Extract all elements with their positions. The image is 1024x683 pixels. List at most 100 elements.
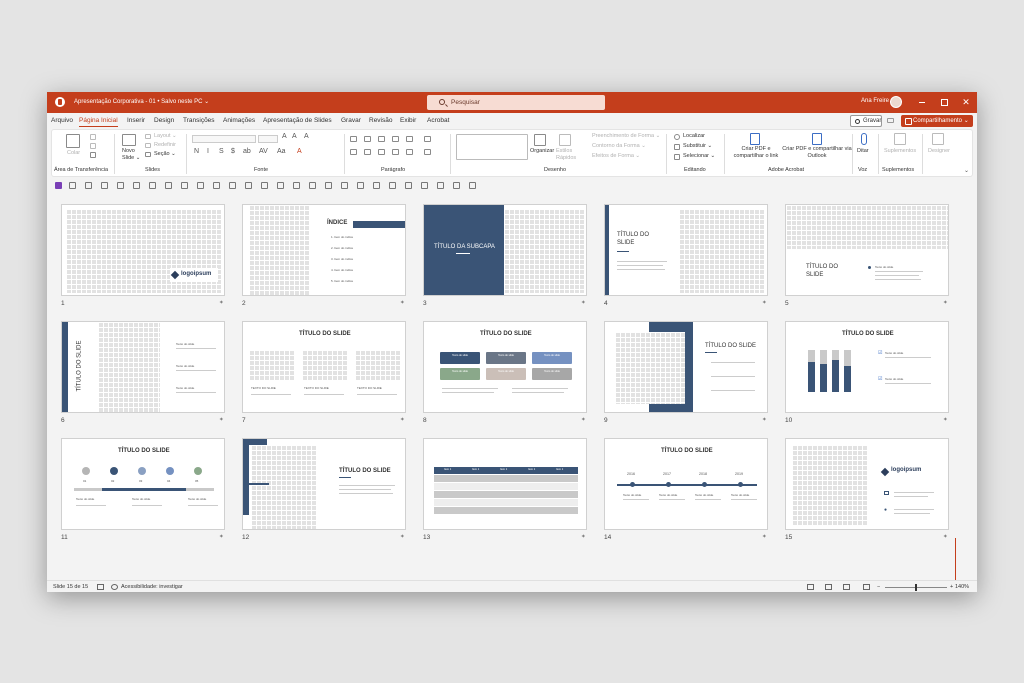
more-icon[interactable] bbox=[453, 182, 460, 189]
tab-gravar[interactable]: Gravar bbox=[341, 117, 361, 124]
shape-fill-button[interactable]: Preenchimento de Forma ⌄ bbox=[592, 133, 660, 140]
copy-icon[interactable] bbox=[90, 143, 96, 149]
pdf-outlook-icon[interactable] bbox=[812, 133, 822, 145]
addins-icon[interactable] bbox=[894, 133, 906, 145]
avatar[interactable] bbox=[890, 96, 902, 108]
paste-icon[interactable] bbox=[66, 134, 80, 148]
spelling-icon[interactable] bbox=[97, 584, 104, 590]
slide-thumbnail-6[interactable]: TÍTULO DO SLIDE Texto do slide Texto do … bbox=[61, 321, 225, 413]
tab-transicoes[interactable]: Transições bbox=[183, 117, 215, 124]
slide-thumbnail-15[interactable]: logoipsum ● bbox=[785, 438, 949, 530]
zoom-out-icon[interactable]: − bbox=[877, 584, 880, 590]
font-name-select[interactable] bbox=[192, 135, 256, 143]
bullets-icon[interactable] bbox=[350, 136, 357, 142]
customize-icon[interactable] bbox=[469, 182, 476, 189]
font-color-icon[interactable] bbox=[197, 182, 204, 189]
new-slide-icon[interactable] bbox=[122, 134, 136, 146]
create-pdf-outlook-button[interactable]: Criar PDF e compartilhar via Outlook bbox=[782, 146, 852, 160]
present-icon[interactable] bbox=[405, 182, 412, 189]
normal-view-icon[interactable] bbox=[807, 584, 814, 590]
estilos-rapidos-button[interactable]: Estilos Rápidos bbox=[556, 148, 578, 162]
slide-thumbnail-5[interactable]: TÍTULO DO SLIDE Texto do slide bbox=[785, 204, 949, 296]
strikethrough-button[interactable]: ab bbox=[243, 148, 251, 155]
slide-thumbnail-8[interactable]: TÍTULO DO SLIDE Texto do slide Texto do … bbox=[423, 321, 587, 413]
crop-icon[interactable] bbox=[325, 182, 332, 189]
bold-icon[interactable] bbox=[245, 182, 252, 189]
designer-button[interactable]: Designer bbox=[928, 148, 950, 155]
tab-animacoes[interactable]: Animações bbox=[223, 117, 255, 124]
numbering-icon[interactable] bbox=[364, 136, 371, 142]
novo-slide-label[interactable]: Novo Slide ⌄ bbox=[122, 148, 142, 162]
tab-pagina-inicial[interactable]: Página Inicial bbox=[79, 117, 118, 127]
save-icon[interactable] bbox=[55, 182, 62, 189]
format-painter-icon[interactable] bbox=[90, 152, 96, 158]
slide-thumbnail-10[interactable]: TÍTULO DO SLIDE ☑ Texto do slide ☑ Texto… bbox=[785, 321, 949, 413]
clear-format-icon[interactable]: A bbox=[304, 133, 309, 140]
maximize-button[interactable] bbox=[938, 96, 950, 108]
slide-thumbnail-13[interactable]: Item 1 Item 1 Item 1 Item 1 Item 1 bbox=[423, 438, 587, 530]
text-direction-icon[interactable] bbox=[424, 136, 431, 142]
accessibility-status[interactable]: Acessibilidade: investigar bbox=[121, 584, 183, 590]
cut-icon[interactable] bbox=[90, 134, 96, 140]
distribute-icon[interactable] bbox=[165, 182, 172, 189]
picture-icon[interactable] bbox=[373, 182, 380, 189]
accessibility-icon[interactable] bbox=[111, 584, 118, 590]
user-name[interactable]: Ana Freire bbox=[861, 98, 889, 104]
tab-arquivo[interactable]: Arquivo bbox=[51, 117, 73, 124]
shapes-gallery[interactable] bbox=[456, 134, 528, 160]
slide-thumbnail-7[interactable]: TÍTULO DO SLIDE TEXTO DO SLIDE TEXTO DO … bbox=[242, 321, 406, 413]
italic-button[interactable]: I bbox=[207, 148, 209, 155]
text-icon[interactable] bbox=[229, 182, 236, 189]
slideshow-icon[interactable] bbox=[863, 584, 870, 590]
shrink-font-icon[interactable]: A bbox=[292, 133, 297, 140]
highlight-icon[interactable] bbox=[213, 182, 220, 189]
reset-button[interactable]: Redefinir bbox=[154, 142, 176, 149]
slide-thumbnail-2[interactable]: ÍNDICE 1. Item do índice 2. Item do índi… bbox=[242, 204, 406, 296]
format-painter-icon[interactable] bbox=[101, 182, 108, 189]
box-icon[interactable] bbox=[437, 182, 444, 189]
replace-button[interactable]: Substituir ⌄ bbox=[683, 143, 712, 150]
smartart-icon[interactable] bbox=[424, 149, 431, 155]
shadow-button[interactable]: $ bbox=[231, 148, 235, 155]
tab-design[interactable]: Design bbox=[154, 117, 174, 124]
layout-button[interactable]: Layout ⌄ bbox=[154, 133, 177, 140]
minimize-button[interactable] bbox=[916, 96, 928, 108]
undo-icon[interactable] bbox=[69, 182, 76, 189]
shape-icon[interactable] bbox=[117, 182, 124, 189]
case-button[interactable]: Aa bbox=[277, 148, 286, 155]
tab-acrobat[interactable]: Acrobat bbox=[427, 117, 449, 124]
slide-thumbnail-1[interactable]: logoipsum bbox=[61, 204, 225, 296]
font-color-button[interactable]: A bbox=[297, 148, 302, 155]
underline-button[interactable]: S bbox=[219, 148, 224, 155]
redo-icon[interactable] bbox=[85, 182, 92, 189]
arrange-icon[interactable] bbox=[293, 182, 300, 189]
organize-icon[interactable] bbox=[534, 134, 546, 146]
align-left-icon[interactable] bbox=[350, 149, 357, 155]
justify-icon[interactable] bbox=[392, 149, 399, 155]
collapse-ribbon-icon[interactable]: ⌄ bbox=[964, 167, 969, 174]
line-spacing-icon[interactable] bbox=[406, 136, 413, 142]
columns-icon[interactable] bbox=[406, 149, 413, 155]
comment-icon[interactable] bbox=[887, 118, 894, 123]
dictate-button[interactable]: Ditar bbox=[857, 148, 869, 155]
zoom-in-icon[interactable]: + bbox=[950, 584, 953, 590]
align-icon[interactable] bbox=[149, 182, 156, 189]
tab-exibir[interactable]: Exibir bbox=[400, 117, 416, 124]
section-button[interactable]: Seção ⌄ bbox=[154, 151, 176, 158]
slide-thumbnail-11[interactable]: TÍTULO DO SLIDE 01 02 03 04 05 Texto do … bbox=[61, 438, 225, 530]
indent-increase-icon[interactable] bbox=[392, 136, 399, 142]
find-button[interactable]: Localizar bbox=[683, 133, 705, 140]
outline-icon[interactable] bbox=[277, 182, 284, 189]
designer-icon[interactable] bbox=[932, 133, 944, 145]
slide-thumbnail-14[interactable]: TÍTULO DO SLIDE 2016 2017 2018 2019 Text… bbox=[604, 438, 768, 530]
spacing-button[interactable]: AV bbox=[259, 148, 268, 155]
share-button[interactable]: Compartilhamento ⌄ bbox=[901, 115, 973, 127]
rotate-icon[interactable] bbox=[309, 182, 316, 189]
slide-sorter-icon[interactable] bbox=[825, 584, 832, 590]
align-center-icon[interactable] bbox=[364, 149, 371, 155]
quick-styles-icon[interactable] bbox=[559, 134, 571, 146]
addins-button[interactable]: Suplementos bbox=[884, 148, 916, 155]
chart-icon[interactable] bbox=[421, 182, 428, 189]
create-pdf-link-button[interactable]: Criar PDF e compartilhar o link bbox=[730, 146, 782, 160]
grid-icon[interactable] bbox=[389, 182, 396, 189]
